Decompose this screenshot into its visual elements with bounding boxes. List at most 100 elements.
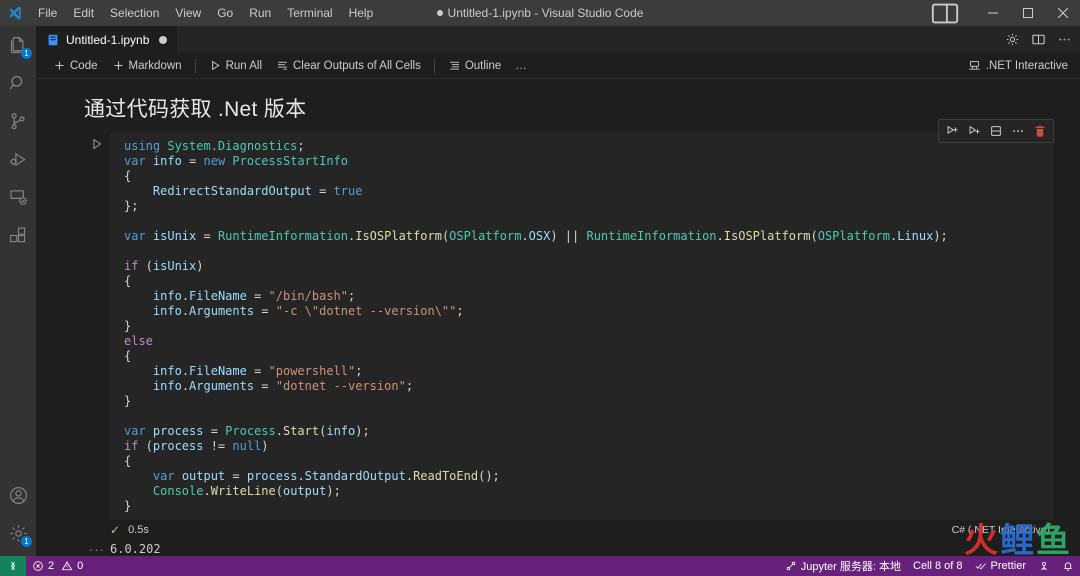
split-cell-button[interactable] (985, 121, 1007, 141)
clear-outputs-label: Clear Outputs of All Cells (293, 59, 421, 72)
add-markdown-label: Markdown (128, 59, 182, 72)
menu-go[interactable]: Go (209, 0, 241, 26)
code-line: } (110, 319, 1054, 334)
code-token: true (333, 184, 363, 198)
outline-button[interactable]: Outline (441, 56, 508, 76)
code-line: { (110, 454, 1054, 469)
code-token: IsOSPlatform (355, 229, 442, 243)
tab-untitled-1-ipynb[interactable]: Untitled-1.ipynb (36, 26, 179, 53)
menu-view[interactable]: View (167, 0, 209, 26)
live-share-button[interactable] (1032, 556, 1056, 576)
prettier-status[interactable]: Prettier (969, 556, 1032, 576)
explorer-badge: 1 (21, 48, 32, 59)
minimize-button[interactable] (975, 0, 1010, 26)
cell-position-status[interactable]: Cell 8 of 8 (907, 556, 969, 576)
code-token: if (124, 439, 139, 453)
notebook-editor[interactable]: 通过代码获取 .Net 版本 using System.Diagnostics;… (36, 79, 1080, 556)
notebook-more-actions-button[interactable]: … (508, 56, 535, 76)
menu-terminal[interactable]: Terminal (279, 0, 340, 26)
code-editor[interactable]: using System.Diagnostics; var info = new … (110, 133, 1054, 520)
markdown-cell[interactable]: 通过代码获取 .Net 版本 (36, 79, 1080, 133)
split-cell-icon (991, 126, 1001, 136)
window-title-text: Untitled-1.ipynb - Visual Studio Code (447, 6, 644, 20)
code-line: { (110, 274, 1054, 289)
editor-region: Untitled-1.ipynb Code Markdown Run All C… (36, 26, 1080, 556)
code-line: var info = new ProcessStartInfo (110, 154, 1054, 169)
code-line: { (110, 349, 1054, 364)
kernel-picker[interactable]: .NET Interactive (968, 59, 1068, 72)
sidebar-item-source-control[interactable] (0, 102, 36, 140)
delete-cell-button[interactable] (1029, 121, 1051, 141)
plus-icon (113, 61, 123, 70)
code-token: OSPlatform (449, 229, 522, 243)
code-token: info (326, 424, 356, 438)
code-token: { (124, 274, 132, 288)
editor-layout-button[interactable] (930, 0, 960, 26)
output-options-button[interactable]: ··· (84, 540, 110, 556)
code-line: var isUnix = RuntimeInformation.IsOSPlat… (110, 229, 1054, 244)
execute-above-cells-button[interactable] (941, 121, 963, 141)
vscode-window: File Edit Selection View Go Run Terminal… (0, 0, 1080, 576)
clear-outputs-button[interactable]: Clear Outputs of All Cells (269, 56, 428, 76)
sidebar-item-explorer[interactable]: 1 (0, 26, 36, 64)
code-token: = (254, 304, 276, 318)
editor-more-actions-button[interactable] (1052, 29, 1076, 51)
code-token: RuntimeInformation (586, 229, 717, 243)
manage-settings-button[interactable]: 1 (0, 514, 36, 552)
kernel-label: .NET Interactive (985, 59, 1068, 72)
jupyter-server-label: Jupyter 服务器: 本地 (800, 561, 901, 573)
prettier-label: Prettier (990, 560, 1026, 572)
menu-run[interactable]: Run (241, 0, 279, 26)
code-token: = (203, 424, 226, 438)
cell-execution-status: ✓ 0.5s C# (.NET Interactive) (84, 520, 1054, 540)
menu-edit[interactable]: Edit (65, 0, 102, 26)
execution-time: 0.5s (128, 524, 149, 536)
code-token: var (124, 424, 153, 438)
run-all-button[interactable]: Run All (202, 56, 269, 76)
code-line: if (isUnix) (110, 259, 1054, 274)
bell-icon (1064, 562, 1072, 571)
code-token: "/bin/bash" (268, 289, 349, 303)
menu-selection[interactable]: Selection (102, 0, 167, 26)
jupyter-server-status[interactable]: Jupyter 服务器: 本地 (779, 556, 907, 576)
split-editor-button[interactable] (1026, 29, 1050, 51)
notebook-icon (46, 33, 60, 47)
error-count: 2 (48, 560, 55, 572)
notifications-button[interactable] (1056, 556, 1080, 576)
status-bar: 2 0 Jupyter 服务器: 本地 Cell 8 of 8 Prettier (0, 556, 1080, 576)
sidebar-item-extensions[interactable] (0, 216, 36, 254)
execute-cell-and-below-button[interactable] (963, 121, 985, 141)
toolbar-separator-2 (433, 58, 435, 73)
code-token: FileName (189, 364, 247, 378)
sidebar-item-run-and-debug[interactable] (0, 140, 36, 178)
problems-status[interactable]: 2 0 (26, 556, 89, 576)
add-code-cell-button[interactable]: Code (46, 56, 105, 76)
code-token: . (716, 229, 724, 243)
code-token: isUnix (152, 259, 197, 273)
menu-file[interactable]: File (30, 0, 65, 26)
code-token: ; (355, 364, 363, 378)
code-token: new (203, 154, 233, 168)
tab-dirty-indicator[interactable] (159, 35, 168, 44)
code-token: ( (275, 484, 283, 498)
code-token: ( (138, 439, 153, 453)
menu-help[interactable]: Help (341, 0, 382, 26)
run-cell-button[interactable] (84, 133, 110, 520)
sidebar-item-search[interactable] (0, 64, 36, 102)
accounts-button[interactable] (0, 476, 36, 514)
maximize-button[interactable] (1010, 0, 1045, 26)
check-check-icon (975, 563, 986, 570)
cell-more-actions-button[interactable] (1007, 121, 1029, 141)
close-button[interactable] (1045, 0, 1080, 26)
title-bar: File Edit Selection View Go Run Terminal… (0, 0, 1080, 26)
code-token: StandardOutput (304, 469, 406, 483)
code-cell[interactable]: using System.Diagnostics; var info = new … (84, 119, 1054, 556)
add-markdown-cell-button[interactable]: Markdown (105, 56, 189, 76)
run-all-icon (211, 60, 220, 71)
success-check-icon: ✓ (110, 523, 121, 537)
code-token: info (152, 304, 182, 318)
code-token: if (124, 259, 139, 273)
remote-indicator-button[interactable] (0, 556, 26, 576)
sidebar-item-remote-explorer[interactable] (0, 178, 36, 216)
notebook-settings-button[interactable] (1000, 29, 1024, 51)
